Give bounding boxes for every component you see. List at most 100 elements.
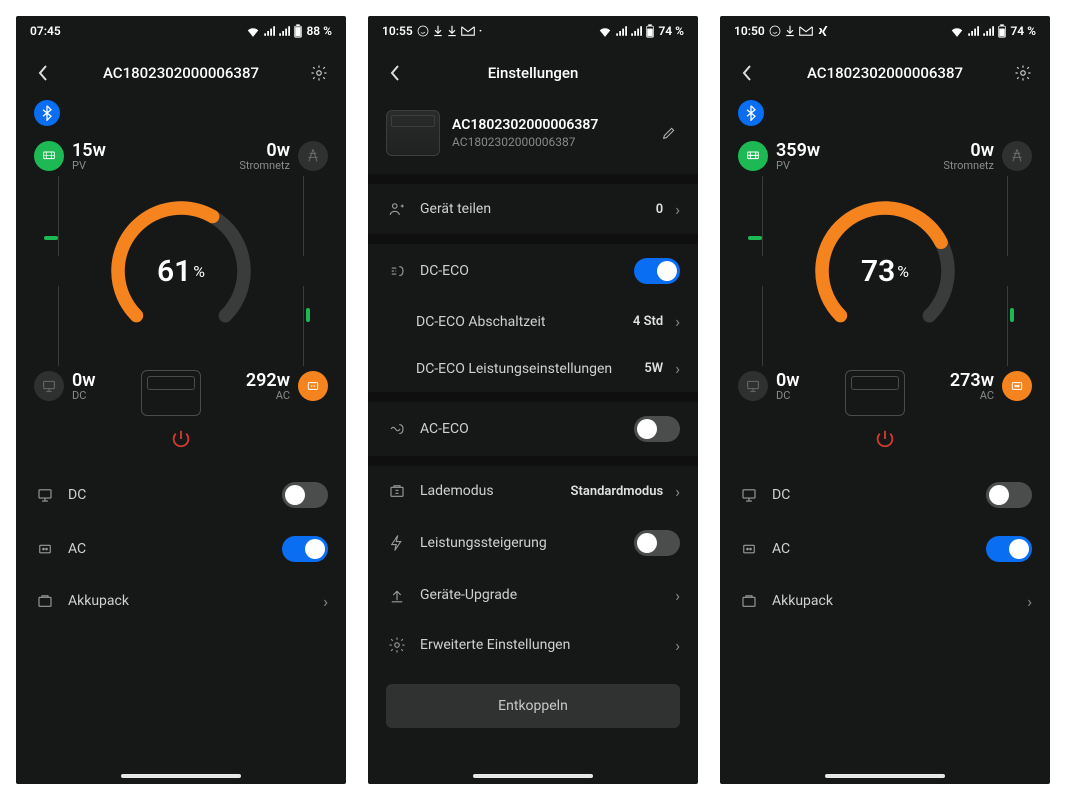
dc-eco-toggle[interactable]	[634, 258, 680, 284]
xing-icon	[817, 25, 829, 37]
page-title: Einstellungen	[406, 64, 660, 82]
dc-icon	[34, 484, 56, 506]
power-button[interactable]	[34, 428, 328, 450]
ac-output: 273w AC	[950, 370, 1032, 402]
battery-percent: 74 %	[1010, 24, 1036, 38]
share-icon	[386, 198, 408, 220]
clock: 10:50	[734, 24, 765, 38]
battery-pack-row[interactable]: Akkupack ›	[16, 576, 346, 626]
device-name: AC1802302000006387	[452, 117, 646, 133]
battery-percent: 74 %	[658, 24, 684, 38]
dashboard-screen-1: 07:45 88 % AC1802302000006387	[16, 16, 346, 784]
dc-toggle[interactable]	[282, 482, 328, 508]
ac-toggle-row: AC	[720, 522, 1050, 576]
battery-icon	[997, 24, 1007, 38]
header: Einstellungen	[368, 42, 698, 100]
pv-watt: 359w	[776, 140, 820, 161]
unpair-button[interactable]: Entkoppeln	[386, 684, 680, 728]
back-button[interactable]	[736, 62, 758, 84]
signal-icon-2	[630, 25, 642, 37]
boost-toggle[interactable]	[634, 530, 680, 556]
dc-toggle-label: DC	[68, 487, 86, 503]
grid-icon	[298, 141, 328, 171]
pv-input: 359w PV	[738, 140, 820, 172]
ac-toggle-label: AC	[772, 541, 790, 557]
grid-watt: 0w	[239, 140, 290, 161]
settings-screen: 10:55 · 74 % Einstellungen AC18023020000…	[368, 16, 698, 784]
dc-toggle-row: DC	[720, 468, 1050, 522]
page-title: AC1802302000006387	[758, 64, 1012, 82]
back-button[interactable]	[32, 62, 54, 84]
home-indicator[interactable]	[121, 774, 241, 778]
dc-eco-time-value: 4 Std	[633, 314, 663, 329]
dc-watt: 0w	[72, 370, 96, 391]
download-icon	[785, 25, 795, 37]
dc-eco-power-label: DC-ECO Leistungseinstellungen	[416, 361, 612, 377]
wifi-icon	[246, 25, 260, 37]
device-icon	[141, 370, 201, 416]
chevron-right-icon: ›	[1027, 592, 1032, 611]
download-icon-2	[447, 25, 457, 37]
clock: 10:55	[382, 24, 413, 38]
dc-watt: 0w	[776, 370, 800, 391]
ac-toggle[interactable]	[282, 536, 328, 562]
dc-toggle-label: DC	[772, 487, 790, 503]
home-indicator[interactable]	[825, 774, 945, 778]
dc-eco-time-row[interactable]: DC-ECO Abschaltzeit 4 Std ›	[368, 298, 698, 345]
dc-eco-power-row[interactable]: DC-ECO Leistungseinstellungen 5W ›	[368, 345, 698, 392]
edit-name-button[interactable]	[658, 122, 680, 144]
dc-out-icon	[738, 371, 768, 401]
settings-button[interactable]	[1012, 62, 1034, 84]
mail-icon	[461, 26, 475, 36]
dc-output: 0w DC	[738, 370, 800, 402]
ac-toggle-label: AC	[68, 541, 86, 557]
battery-icon	[293, 24, 303, 38]
chevron-right-icon: ›	[323, 592, 328, 611]
mail-icon	[799, 26, 813, 36]
dc-toggle[interactable]	[986, 482, 1032, 508]
charge-mode-row[interactable]: Lademodus Standardmodus ›	[368, 466, 698, 516]
grid-watt: 0w	[943, 140, 994, 161]
settings-button[interactable]	[308, 62, 330, 84]
ac-eco-label: AC-ECO	[420, 421, 469, 437]
ac-out-icon	[298, 371, 328, 401]
bluetooth-icon	[34, 100, 60, 126]
ac-watt: 292w	[246, 370, 290, 391]
power-boost-row: Leistungssteigerung	[368, 516, 698, 570]
share-count: 0	[656, 202, 663, 217]
ac-out-icon	[1002, 371, 1032, 401]
battery-pack-label: Akkupack	[68, 593, 129, 609]
charge-mode-label: Lademodus	[420, 483, 494, 499]
ac-icon	[34, 538, 56, 560]
device-serial: AC1802302000006387	[452, 135, 646, 149]
solar-icon	[738, 141, 768, 171]
back-button[interactable]	[384, 62, 406, 84]
soc-percent: 61	[157, 254, 191, 289]
battery-pack-row[interactable]: Akkupack ›	[720, 576, 1050, 626]
ac-label: AC	[950, 389, 994, 402]
battery-icon	[645, 24, 655, 38]
charge-mode-value: Standardmodus	[571, 484, 664, 499]
pv-label: PV	[72, 159, 106, 172]
signal-icon-2	[982, 25, 994, 37]
dc-label: DC	[776, 389, 800, 402]
advanced-icon	[386, 634, 408, 656]
ac-toggle[interactable]	[986, 536, 1032, 562]
advanced-label: Erweiterte Einstellungen	[420, 637, 570, 653]
power-button[interactable]	[738, 428, 1032, 450]
home-indicator[interactable]	[473, 774, 593, 778]
share-device-row[interactable]: Gerät teilen 0 ›	[368, 184, 698, 234]
ac-icon	[738, 538, 760, 560]
download-icon	[433, 25, 443, 37]
status-bar: 10:50 74 %	[720, 16, 1050, 42]
device-upgrade-row[interactable]: Geräte-Upgrade ›	[368, 570, 698, 620]
ac-label: AC	[246, 389, 290, 402]
whatsapp-icon	[769, 25, 781, 37]
advanced-settings-row[interactable]: Erweiterte Einstellungen ›	[368, 620, 698, 670]
soc-percent: 73	[861, 254, 895, 289]
soc-gauge: 61%	[34, 176, 328, 366]
ac-eco-toggle[interactable]	[634, 416, 680, 442]
chevron-right-icon: ›	[675, 312, 680, 331]
battery-pack-icon	[738, 590, 760, 612]
upgrade-label: Geräte-Upgrade	[420, 587, 517, 603]
